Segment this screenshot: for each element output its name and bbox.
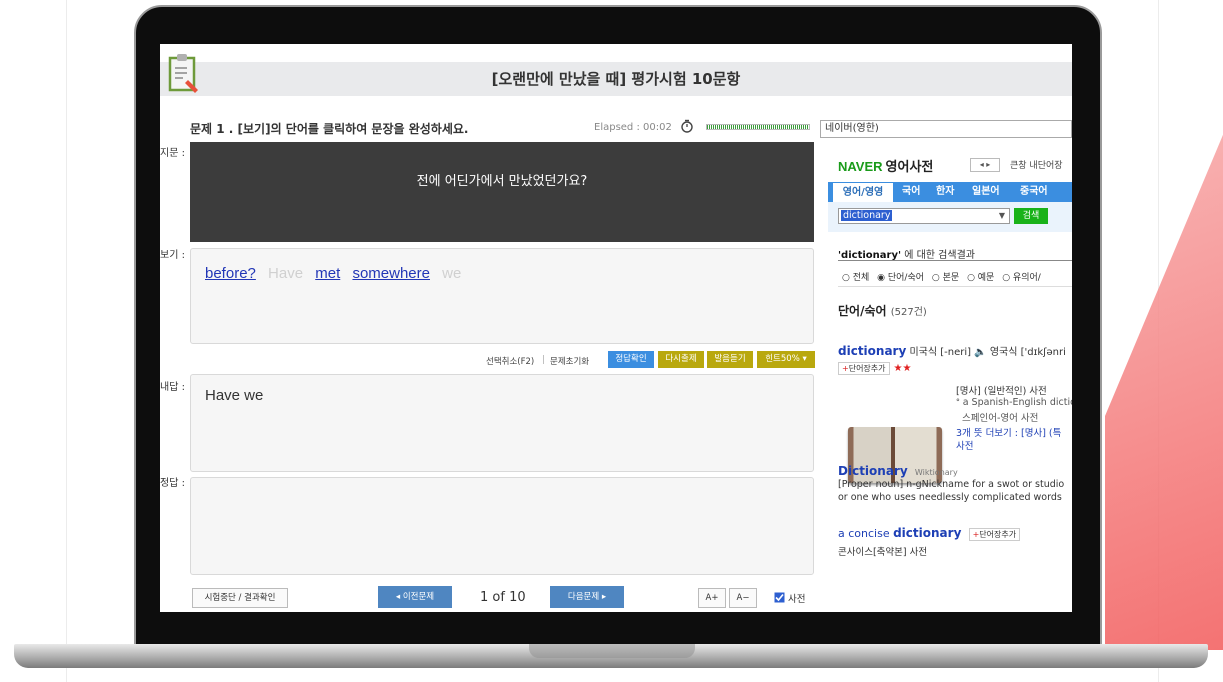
more-meanings-link-cont[interactable]: 사전 <box>956 438 973 452</box>
entry-headline: dictionary 미국식 [-neri] 🔈 영국식 ['dɪkʃənri <box>838 343 1066 358</box>
prompt-panel: 전에 어딘가에서 만났었던가요? <box>190 142 814 242</box>
entry-definition: [Proper noun] n-gNickname for a swot or … <box>838 479 1065 490</box>
pronunciation: 미국식 [-neri] 🔈 영국식 ['dɪkʃənri <box>906 347 1066 358</box>
add-to-wordbook-label: 단어장추가 <box>979 530 1017 539</box>
more-meanings-link[interactable]: 3개 뜻 더보기 : [명사] (특 <box>956 425 1061 439</box>
divider <box>838 286 1072 287</box>
result-filters: ○ 전체 ◉ 단어/숙어 ○ 본문 ○ 예문 ○ 유의어/ <box>842 270 1046 283</box>
retry-question-button[interactable]: 다시출제 <box>658 351 704 368</box>
dictionary-header-links[interactable]: 큰창 내단어장 <box>1010 158 1063 171</box>
add-to-wordbook-label: 단어장추가 <box>848 364 886 373</box>
headword-link[interactable]: Dictionary <box>838 464 908 478</box>
filter-words[interactable]: ◉ 단어/숙어 <box>877 273 924 283</box>
section-title: 단어/숙어 (527건) <box>838 302 927 319</box>
question-instruction: 문제 1 . [보기]의 단어를 클릭하여 문장을 완성하세요. <box>190 122 469 136</box>
choice-word: Have <box>268 265 304 282</box>
quiz-header: [오랜만에 만났을 때] 평가시험 10문항 <box>160 62 1072 96</box>
laptop-notch <box>529 644 695 658</box>
phrase-prefix[interactable]: a concise <box>838 527 893 540</box>
prev-question-button[interactable]: ◂ 이전문제 <box>378 586 452 608</box>
stopwatch-icon <box>681 119 693 133</box>
page-title: [오랜만에 만났을 때] 평가시험 10문항 <box>491 70 741 88</box>
correct-answer-box <box>190 477 814 575</box>
correct-answer-label: 정답 : <box>160 478 185 489</box>
search-query: dictionary <box>841 210 893 221</box>
choice-word[interactable]: met <box>315 265 340 282</box>
divider <box>838 260 1072 261</box>
time-progress-bar <box>706 124 810 130</box>
definition: [명사] (일반적인) 사전 <box>956 386 1047 397</box>
add-to-wordbook-button[interactable]: +단어장추가 <box>968 528 1021 541</box>
dictionary-tabs: 영어/영영 국어 한자 일본어 중국어 <box>828 182 1072 204</box>
my-answer-label: 내답 : <box>160 382 185 393</box>
choices-box: before? Have met somewhere we <box>190 248 814 344</box>
tab-hanja[interactable]: 한자 <box>936 182 954 202</box>
filter-examples[interactable]: ○ 예문 <box>967 273 994 283</box>
decorative-shape <box>1105 130 1223 650</box>
add-to-wordbook-button[interactable]: +단어장추가 <box>838 362 890 375</box>
headword-link[interactable]: dictionary <box>838 344 906 358</box>
search-button[interactable]: 검색 <box>1014 208 1048 224</box>
hint-button[interactable]: 힌트50% ▾ <box>757 351 815 368</box>
example-en: ᐤ a Spanish-English diction <box>956 397 1072 408</box>
word-choices: before? Have met somewhere we <box>205 265 469 282</box>
tab-korean[interactable]: 국어 <box>902 182 920 202</box>
separator: | <box>542 355 545 365</box>
entry-headline: Dictionary Wiktionary <box>838 464 958 478</box>
listen-pronunciation-button[interactable]: 발음듣기 <box>707 351 753 368</box>
section-title-text: 단어/숙어 <box>838 304 887 318</box>
tab-japanese[interactable]: 일본어 <box>972 182 1000 202</box>
divider-left <box>66 0 67 682</box>
page-indicator: 1 of 10 <box>480 590 526 605</box>
filter-all[interactable]: ○ 전체 <box>842 273 869 283</box>
filter-synonyms[interactable]: ○ 유의어/ <box>1002 273 1041 283</box>
reset-question-button[interactable]: 문제초기화 <box>550 355 589 371</box>
dictionary-search-input[interactable]: dictionary ▼ <box>838 208 1010 224</box>
dictionary-toggle-label: 사전 <box>788 594 806 605</box>
clipboard-icon <box>168 54 198 93</box>
entry-definition: or one who uses needlessly complicated w… <box>838 492 1062 503</box>
check-answer-button[interactable]: 정답확인 <box>608 351 654 368</box>
chevron-down-icon[interactable]: ▼ <box>999 209 1005 223</box>
history-arrows[interactable]: ◂ ▸ <box>970 158 1000 172</box>
stop-exam-button[interactable]: 시험중단 / 결과확인 <box>192 588 288 608</box>
prompt-sentence: 전에 어딘가에서 만났었던가요? <box>416 174 588 189</box>
choice-word[interactable]: somewhere <box>352 265 430 282</box>
choice-word: we <box>442 265 462 282</box>
choice-word[interactable]: before? <box>205 265 256 282</box>
font-increase-button[interactable]: A+ <box>698 588 726 608</box>
brand-sub: 영어사전 <box>885 159 934 174</box>
entry-source: Wiktionary <box>914 468 958 477</box>
dictionary-panel: NAVER 영어사전 ◂ ▸ 큰창 내단어장 영어/영영 국어 한자 일본어 중국… <box>820 140 1072 612</box>
elapsed-time: Elapsed : 00:02 <box>594 122 672 133</box>
font-decrease-button[interactable]: A− <box>729 588 757 608</box>
next-question-button[interactable]: 다음문제 ▸ <box>550 586 624 608</box>
headword-link[interactable]: dictionary <box>893 526 961 540</box>
entry-headline: a concise dictionary +단어장추가 <box>838 526 1021 541</box>
my-answer-text: Have we <box>205 387 264 404</box>
brand-name: NAVER <box>838 159 883 174</box>
example-ko: 스페인어-영어 사전 <box>962 413 1039 424</box>
phrase-meaning: 콘사이스[축약본] 사전 <box>838 547 928 558</box>
importance-stars: ★★ <box>893 363 912 374</box>
tab-chinese[interactable]: 중국어 <box>1020 182 1048 202</box>
naver-dictionary-logo: NAVER 영어사전 <box>838 156 933 175</box>
section-count: (527건) <box>890 307 927 318</box>
prompt-label: 지문 : <box>160 148 185 159</box>
tab-english[interactable]: 영어/영영 <box>832 182 894 204</box>
deselect-button[interactable]: 선택취소(F2) <box>486 355 534 371</box>
dictionary-source-select[interactable]: 네이버(영한) <box>820 120 1072 138</box>
stage: [오랜만에 만났을 때] 평가시험 10문항 문제 1 . [보기]의 단어를 … <box>0 0 1223 682</box>
result-title: 'dictionary' 에 대한 검색결과 <box>838 246 975 261</box>
dictionary-checkbox[interactable] <box>774 592 785 603</box>
entry-tags: +단어장추가 ★★ <box>838 362 911 375</box>
my-answer-box[interactable]: Have we <box>190 374 814 472</box>
choices-label: 보기 : <box>160 250 185 261</box>
laptop-screen: [오랜만에 만났을 때] 평가시험 10문항 문제 1 . [보기]의 단어를 … <box>160 44 1072 612</box>
filter-body[interactable]: ○ 본문 <box>932 273 959 283</box>
